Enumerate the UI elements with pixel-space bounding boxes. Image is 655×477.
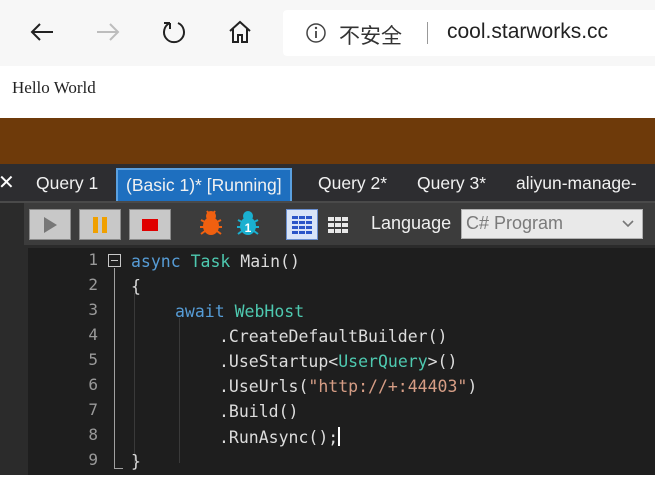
stop-button[interactable] — [129, 209, 171, 240]
keyword: async — [131, 252, 181, 271]
tab-query-3[interactable]: Query 3* — [409, 168, 494, 199]
code-text: { — [131, 277, 141, 296]
list-grid-icon — [292, 215, 312, 234]
line-number: 6 — [88, 375, 98, 394]
code-text: Main() — [230, 252, 300, 271]
query-toolbar: 1 Language C# Program — [24, 203, 655, 245]
back-arrow-icon — [30, 23, 53, 41]
address-separator — [427, 22, 428, 44]
fold-guide-end — [114, 468, 123, 469]
table-grid-icon — [328, 216, 348, 233]
forward-arrow-icon — [97, 23, 120, 41]
svg-text:1: 1 — [245, 221, 252, 235]
type-name: Task — [190, 252, 231, 271]
indent-guide — [134, 293, 135, 463]
tab-query-1[interactable]: Query 1 — [28, 168, 106, 199]
code-line-4: .CreateDefaultBuilder() — [219, 327, 447, 352]
home-button[interactable] — [222, 14, 258, 50]
line-number: 3 — [88, 300, 98, 319]
type-name: UserQuery — [338, 352, 428, 371]
code-text: .RunAsync(); — [219, 428, 339, 447]
code-text: .UseUrls( — [219, 377, 309, 396]
tab-query-2[interactable]: Query 2* — [310, 168, 395, 199]
tab-basic-1-running[interactable]: (Basic 1)* [Running] — [116, 168, 292, 201]
language-value: C# Program — [466, 213, 564, 233]
forward-button[interactable] — [90, 14, 126, 50]
code-line-8: .RunAsync(); — [219, 427, 341, 452]
page-content: Hello World — [0, 66, 655, 118]
code-line-1: async Task Main() — [131, 252, 300, 277]
bug-step-icon[interactable]: 1 — [234, 208, 262, 238]
brown-band — [0, 118, 655, 164]
line-number: 9 — [88, 450, 98, 469]
line-number: 8 — [88, 425, 98, 444]
code-editor[interactable]: 1 2 3 4 5 6 7 8 9 async Task Main() { aw… — [28, 248, 655, 475]
security-label[interactable]: 不安全 — [339, 20, 402, 50]
indent-guide — [179, 318, 180, 463]
line-number: 2 — [88, 275, 98, 294]
code-text: >() — [427, 352, 458, 371]
line-number: 5 — [88, 350, 98, 369]
line-number: 4 — [88, 325, 98, 344]
code-line-9: } — [131, 452, 141, 477]
tab-bar: ✕ Query 1 (Basic 1)* [Running] Query 2* … — [0, 164, 655, 203]
pause-icon — [93, 216, 107, 233]
code-text: .Build() — [219, 402, 299, 421]
back-button[interactable] — [24, 14, 60, 50]
chevron-down-icon — [622, 220, 634, 228]
line-number: 1 — [88, 250, 98, 269]
type-name: WebHost — [234, 302, 305, 321]
language-select[interactable]: C# Program — [461, 209, 643, 239]
code-line-7: .Build() — [219, 402, 298, 427]
data-grid-results-button[interactable] — [322, 209, 354, 240]
rich-text-results-button[interactable] — [286, 209, 318, 240]
hello-text: Hello World — [12, 78, 96, 97]
bug-icon[interactable] — [197, 208, 225, 238]
stop-icon — [142, 218, 158, 231]
address-bar[interactable]: 不安全 cool.starworks.cc — [283, 10, 655, 56]
browser-toolbar: 不安全 cool.starworks.cc — [0, 0, 655, 66]
query-app: ✕ Query 1 (Basic 1)* [Running] Query 2* … — [0, 164, 655, 475]
run-button[interactable] — [29, 209, 71, 240]
code-text: .UseStartup< — [219, 352, 339, 371]
string-literal: "http://+:44403" — [308, 377, 468, 396]
line-number: 7 — [88, 400, 98, 419]
text-caret — [338, 427, 341, 446]
pause-button[interactable] — [79, 209, 121, 240]
left-panel-edge — [0, 203, 24, 475]
line-number-gutter: 1 2 3 4 5 6 7 8 9 — [28, 248, 104, 475]
code-text: } — [131, 452, 141, 471]
home-icon — [229, 20, 251, 43]
refresh-button[interactable] — [156, 14, 192, 50]
code-text: ) — [467, 377, 478, 396]
code-line-2: { — [131, 277, 141, 302]
language-label: Language — [371, 213, 452, 233]
refresh-icon — [163, 22, 185, 44]
code-line-5: .UseStartup<UserQuery>() — [219, 352, 457, 377]
close-icon[interactable]: ✕ — [0, 170, 15, 195]
info-icon[interactable] — [305, 22, 327, 44]
play-icon — [44, 216, 57, 233]
fold-toggle-icon[interactable] — [108, 254, 121, 267]
url-text[interactable]: cool.starworks.cc — [447, 20, 608, 44]
code-line-3: await WebHost — [175, 302, 304, 327]
fold-guide — [114, 268, 115, 468]
keyword: await — [175, 302, 225, 321]
code-line-6: .UseUrls("http://+:44403") — [219, 377, 477, 402]
code-text: .CreateDefaultBuilder() — [219, 327, 448, 346]
tab-aliyun-manage[interactable]: aliyun-manage- — [508, 168, 645, 199]
